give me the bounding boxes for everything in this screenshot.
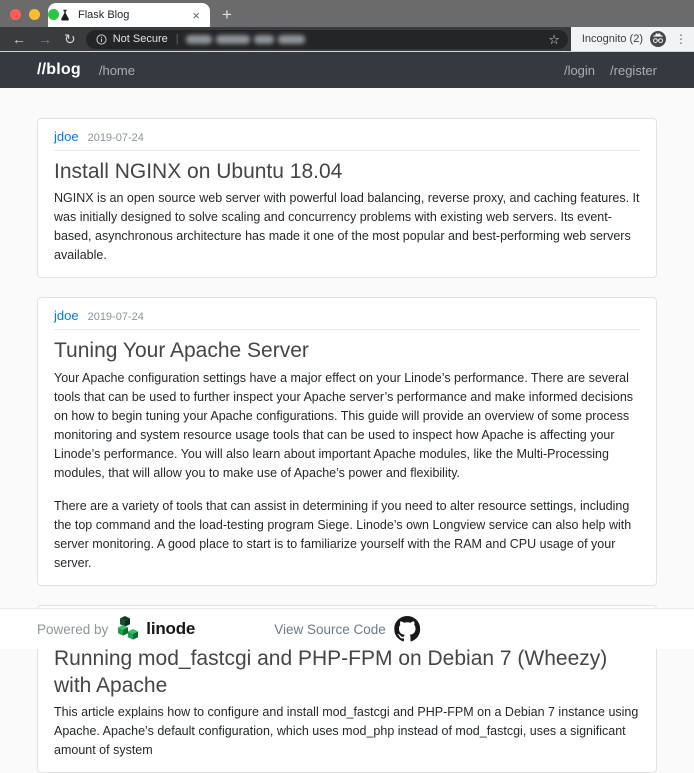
author-link[interactable]: jdoe [54, 129, 79, 144]
source-code-group: View Source Code [274, 609, 420, 649]
linode-link[interactable]: linode [117, 616, 195, 643]
post-meta: jdoe 2019-07-24 [54, 129, 640, 151]
incognito-icon[interactable] [650, 31, 666, 47]
tab-close-icon[interactable]: × [190, 9, 202, 22]
browser-toolbar: ← → ↻ Not Secure | ☆ Incognito (2) ⋮ [0, 27, 694, 52]
navbar-link-register[interactable]: /register [610, 63, 657, 78]
window-minimize-button[interactable] [29, 9, 40, 20]
url-separator: | [176, 33, 179, 45]
post-list: jdoe 2019-07-24 Install NGINX on Ubuntu … [37, 88, 657, 773]
new-tab-button[interactable]: + [222, 6, 232, 23]
post-date: 2019-07-24 [88, 311, 144, 323]
bookmark-star-icon[interactable]: ☆ [548, 33, 560, 46]
post-title-link[interactable]: Tuning Your Apache Server [54, 337, 640, 364]
navbar-link-login[interactable]: /login [564, 63, 595, 78]
info-icon[interactable] [96, 34, 107, 45]
post-meta: jdoe 2019-07-24 [54, 308, 640, 330]
back-icon[interactable]: ← [6, 32, 32, 46]
author-link[interactable]: jdoe [54, 308, 79, 323]
incognito-label: Incognito (2) [582, 33, 643, 45]
post-excerpt: There are a variety of tools that can as… [54, 497, 640, 573]
window-close-button[interactable] [10, 9, 21, 20]
powered-by-group: Powered by [37, 609, 195, 649]
post-excerpt: Your Apache configuration settings have … [54, 369, 640, 483]
not-secure-label: Not Secure [113, 33, 168, 45]
post-card: jdoe 2019-07-24 Install NGINX on Ubuntu … [37, 118, 657, 278]
forward-icon: → [32, 32, 58, 46]
github-icon[interactable] [394, 616, 420, 642]
page-footer: Powered by [0, 608, 694, 649]
address-bar[interactable]: Not Secure | ☆ [86, 30, 568, 49]
tab-title: Flask Blog [78, 9, 190, 21]
navbar-brand[interactable]: //blog [37, 61, 81, 79]
window-zoom-button[interactable] [48, 9, 59, 20]
post-excerpt: This article explains how to configure a… [54, 703, 640, 760]
redacted-url [186, 35, 305, 44]
linode-logo-icon [117, 616, 142, 643]
reload-icon[interactable]: ↻ [58, 32, 82, 46]
powered-by-label: Powered by [37, 622, 108, 637]
post-title-link[interactable]: Install NGINX on Ubuntu 18.04 [54, 158, 640, 185]
browser-tab-strip: Flask Blog × + [0, 0, 694, 27]
window-controls [10, 9, 59, 20]
post-excerpt: NGINX is an open source web server with … [54, 189, 640, 265]
browser-menu-icon[interactable]: ⋮ [675, 32, 687, 46]
post-card: jdoe 2019-07-24 Tuning Your Apache Serve… [37, 297, 657, 585]
post-title-link[interactable]: Running mod_fastcgi and PHP-FPM on Debia… [54, 645, 640, 700]
navbar-right-links: /login /register [564, 63, 657, 78]
navbar-link-home[interactable]: /home [99, 63, 135, 78]
flask-favicon-icon [59, 9, 71, 21]
site-navbar: //blog /home /login /register [0, 52, 694, 88]
view-source-link[interactable]: View Source Code [274, 622, 386, 637]
browser-tab[interactable]: Flask Blog × [48, 3, 210, 27]
linode-wordmark: linode [146, 619, 195, 639]
post-date: 2019-07-24 [88, 132, 144, 144]
profile-area: Incognito (2) ⋮ [571, 27, 694, 51]
